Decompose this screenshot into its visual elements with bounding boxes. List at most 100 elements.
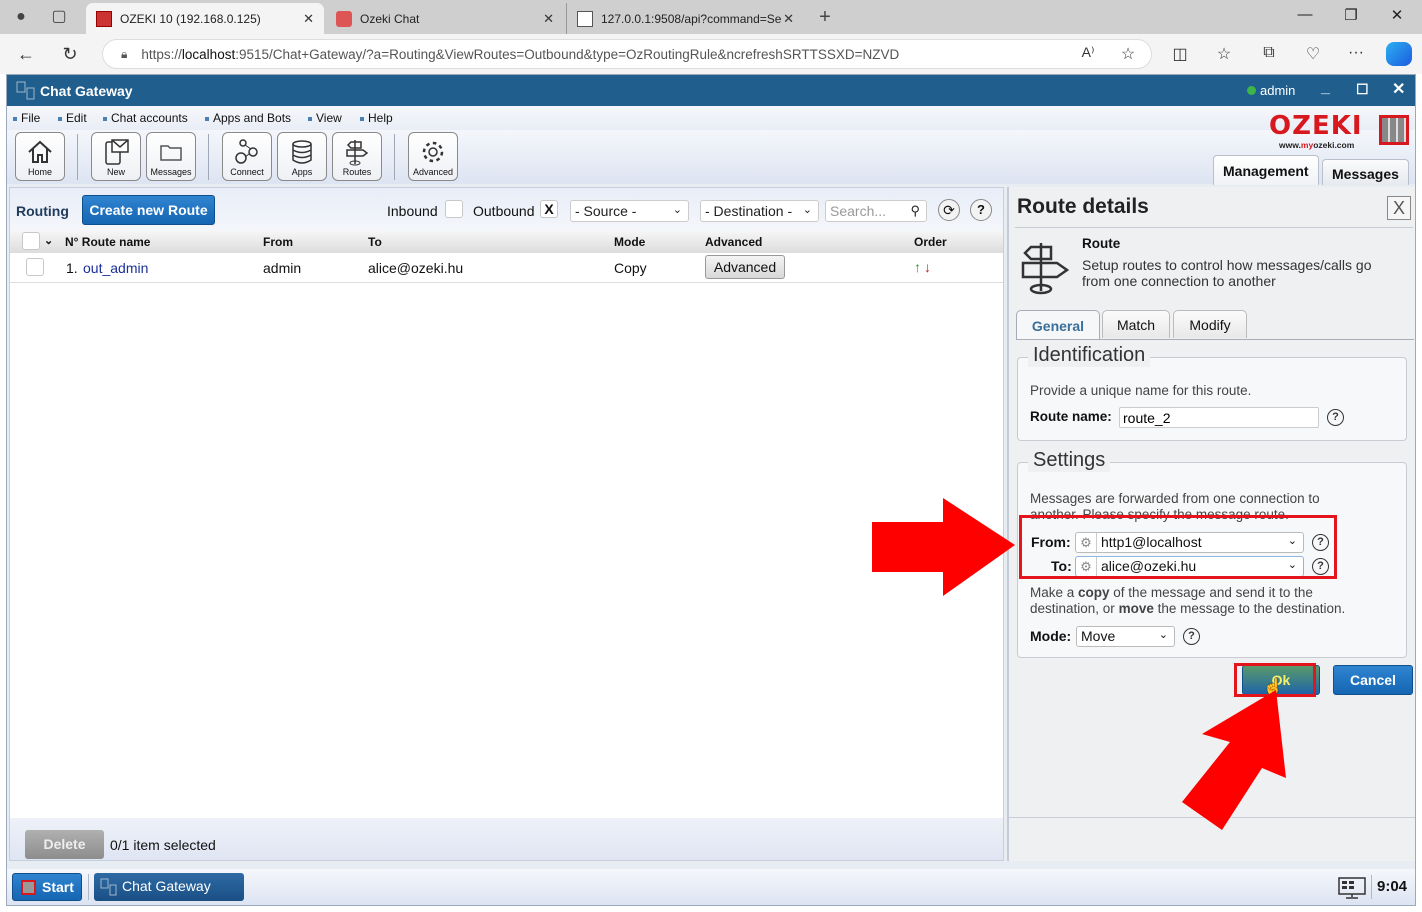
- close-window-icon[interactable]: ✕: [1382, 6, 1412, 24]
- collections-icon[interactable]: ⧉: [1257, 44, 1281, 62]
- split-screen-icon[interactable]: ◫: [1168, 44, 1192, 64]
- app-close-icon[interactable]: ✕: [1392, 79, 1405, 99]
- toolbar-apps-button[interactable]: Apps: [277, 132, 327, 181]
- start-button[interactable]: Start: [12, 873, 82, 901]
- cancel-button[interactable]: Cancel: [1333, 665, 1413, 695]
- app-title: Chat Gateway: [40, 83, 133, 99]
- col-advanced: Advanced: [705, 235, 763, 249]
- chat-gateway-icon: [16, 81, 35, 100]
- toolbar-messages-button[interactable]: Messages: [146, 132, 196, 181]
- search-placeholder: Search...: [830, 203, 887, 219]
- tab-match[interactable]: Match: [1102, 310, 1170, 338]
- menu-apps-and-bots[interactable]: Apps and Bots: [205, 111, 291, 125]
- toolbar-home-button[interactable]: Home: [15, 132, 65, 181]
- browser-tab-bar: ● ▢ OZEKI 10 (192.168.0.125) ✕ Ozeki Cha…: [0, 0, 1422, 34]
- refresh-icon[interactable]: ↻: [58, 44, 82, 65]
- browser-essentials-icon[interactable]: ♡: [1301, 44, 1325, 64]
- mode-text-move: move: [1118, 601, 1154, 616]
- back-icon[interactable]: ←: [14, 44, 38, 65]
- route-name-input[interactable]: [1119, 407, 1319, 428]
- minimize-window-icon[interactable]: —: [1290, 6, 1320, 23]
- tab-messages[interactable]: Messages: [1322, 159, 1409, 185]
- mode-help-icon[interactable]: ?: [1183, 628, 1200, 645]
- move-up-icon[interactable]: ↑: [914, 259, 921, 275]
- restore-window-icon[interactable]: ❐: [1336, 6, 1366, 24]
- menu-bar: File Edit Chat accounts Apps and Bots Vi…: [7, 106, 1415, 130]
- help-icon[interactable]: ?: [970, 199, 992, 221]
- select-menu-chevron-icon[interactable]: ⌄: [44, 234, 53, 247]
- col-from[interactable]: From: [263, 235, 293, 249]
- url-prefix: https://: [141, 46, 182, 62]
- chevron-down-icon: ⌄: [802, 204, 812, 216]
- col-to[interactable]: To: [368, 235, 382, 249]
- mode-select[interactable]: Move ⌄: [1076, 626, 1175, 647]
- mode-text: the message to the destination.: [1153, 601, 1346, 616]
- copilot-icon[interactable]: [1386, 42, 1412, 66]
- database-icon: [292, 140, 312, 164]
- select-all-checkbox[interactable]: [22, 232, 40, 250]
- settings-legend: Settings: [1028, 449, 1111, 472]
- route-heading: Route: [1082, 236, 1121, 251]
- new-tab-icon[interactable]: +: [814, 6, 836, 28]
- toolbar-connect-button[interactable]: Connect: [222, 132, 272, 181]
- signpost-icon: [346, 140, 369, 166]
- close-tab-icon[interactable]: ✕: [303, 11, 314, 27]
- taskbar-chat-gateway-button[interactable]: Chat Gateway: [94, 873, 244, 901]
- browser-tab-api[interactable]: 127.0.0.1:9508/api?command=Se ✕: [566, 3, 804, 34]
- table-row[interactable]: 1. out_admin admin alice@ozeki.hu Copy A…: [10, 253, 1003, 283]
- start-label: Start: [42, 879, 74, 895]
- mode-label: Mode:: [1030, 628, 1072, 644]
- ozeki-logo[interactable]: OZEKI www.myozeki.com: [1269, 111, 1409, 151]
- menu-chat-accounts[interactable]: Chat accounts: [103, 111, 188, 125]
- route-mode: Copy: [614, 260, 647, 276]
- route-name-link[interactable]: out_admin: [83, 260, 148, 276]
- source-select[interactable]: - Source - ⌄: [570, 200, 689, 222]
- tab-actions-icon[interactable]: ▢: [48, 6, 70, 28]
- move-down-icon[interactable]: ↓: [924, 259, 931, 275]
- menu-edit[interactable]: Edit: [58, 111, 87, 125]
- tab-management[interactable]: Management: [1213, 155, 1319, 185]
- logo-text: OZEKI: [1269, 111, 1363, 141]
- close-details-button[interactable]: X: [1387, 196, 1411, 220]
- delete-button[interactable]: Delete: [25, 830, 104, 859]
- browser-tab-ozeki10[interactable]: OZEKI 10 (192.168.0.125) ✕: [86, 3, 324, 34]
- row-checkbox[interactable]: [26, 258, 44, 276]
- close-tab-icon[interactable]: ✕: [783, 11, 794, 27]
- outbound-checkbox[interactable]: X: [540, 200, 558, 218]
- more-menu-icon[interactable]: ···: [1344, 44, 1368, 62]
- col-mode[interactable]: Mode: [614, 235, 645, 249]
- route-name-help-icon[interactable]: ?: [1327, 409, 1344, 426]
- read-aloud-icon[interactable]: A⁾: [1076, 44, 1100, 61]
- menu-file[interactable]: File: [13, 111, 40, 125]
- tab-modify[interactable]: Modify: [1173, 310, 1247, 338]
- toolbar-routes-button[interactable]: Routes: [332, 132, 382, 181]
- toolbar-advanced-button[interactable]: Advanced: [408, 132, 458, 181]
- favorite-star-icon[interactable]: ☆: [1116, 44, 1140, 64]
- destination-select[interactable]: - Destination - ⌄: [700, 200, 819, 222]
- advanced-button[interactable]: Advanced: [705, 255, 785, 279]
- tab-general[interactable]: General: [1016, 310, 1100, 340]
- profile-icon[interactable]: ●: [10, 6, 32, 28]
- tab-title: Ozeki Chat: [360, 11, 420, 26]
- browser-tab-ozeki-chat[interactable]: Ozeki Chat ✕: [326, 3, 564, 34]
- connect-icon: [235, 139, 258, 164]
- favorites-icon[interactable]: ☆: [1212, 44, 1236, 64]
- url-input[interactable]: 🔒︎ https://localhost:9515/Chat+Gateway/?…: [102, 39, 1152, 69]
- search-input[interactable]: Search... ⚲: [825, 200, 927, 222]
- menu-view[interactable]: View: [308, 111, 342, 125]
- desktop-monitor-icon[interactable]: [1337, 876, 1367, 900]
- app-maximize-icon[interactable]: ☐: [1356, 81, 1369, 98]
- refresh-list-icon[interactable]: ⟳: [938, 199, 960, 221]
- toolbar-new-button[interactable]: New: [91, 132, 141, 181]
- create-new-route-button[interactable]: Create new Route: [82, 195, 215, 225]
- identification-legend: Identification: [1028, 344, 1151, 367]
- online-status-icon: [1247, 86, 1256, 95]
- toolbar-label: New: [106, 167, 125, 177]
- app-minimize-icon[interactable]: _: [1321, 79, 1330, 97]
- col-route-name[interactable]: N° Route name: [65, 235, 150, 249]
- toolbar-label: Connect: [230, 167, 264, 177]
- chat-favicon-icon: [336, 10, 352, 27]
- inbound-checkbox[interactable]: [445, 200, 463, 218]
- close-tab-icon[interactable]: ✕: [543, 11, 554, 27]
- menu-help[interactable]: Help: [360, 111, 393, 125]
